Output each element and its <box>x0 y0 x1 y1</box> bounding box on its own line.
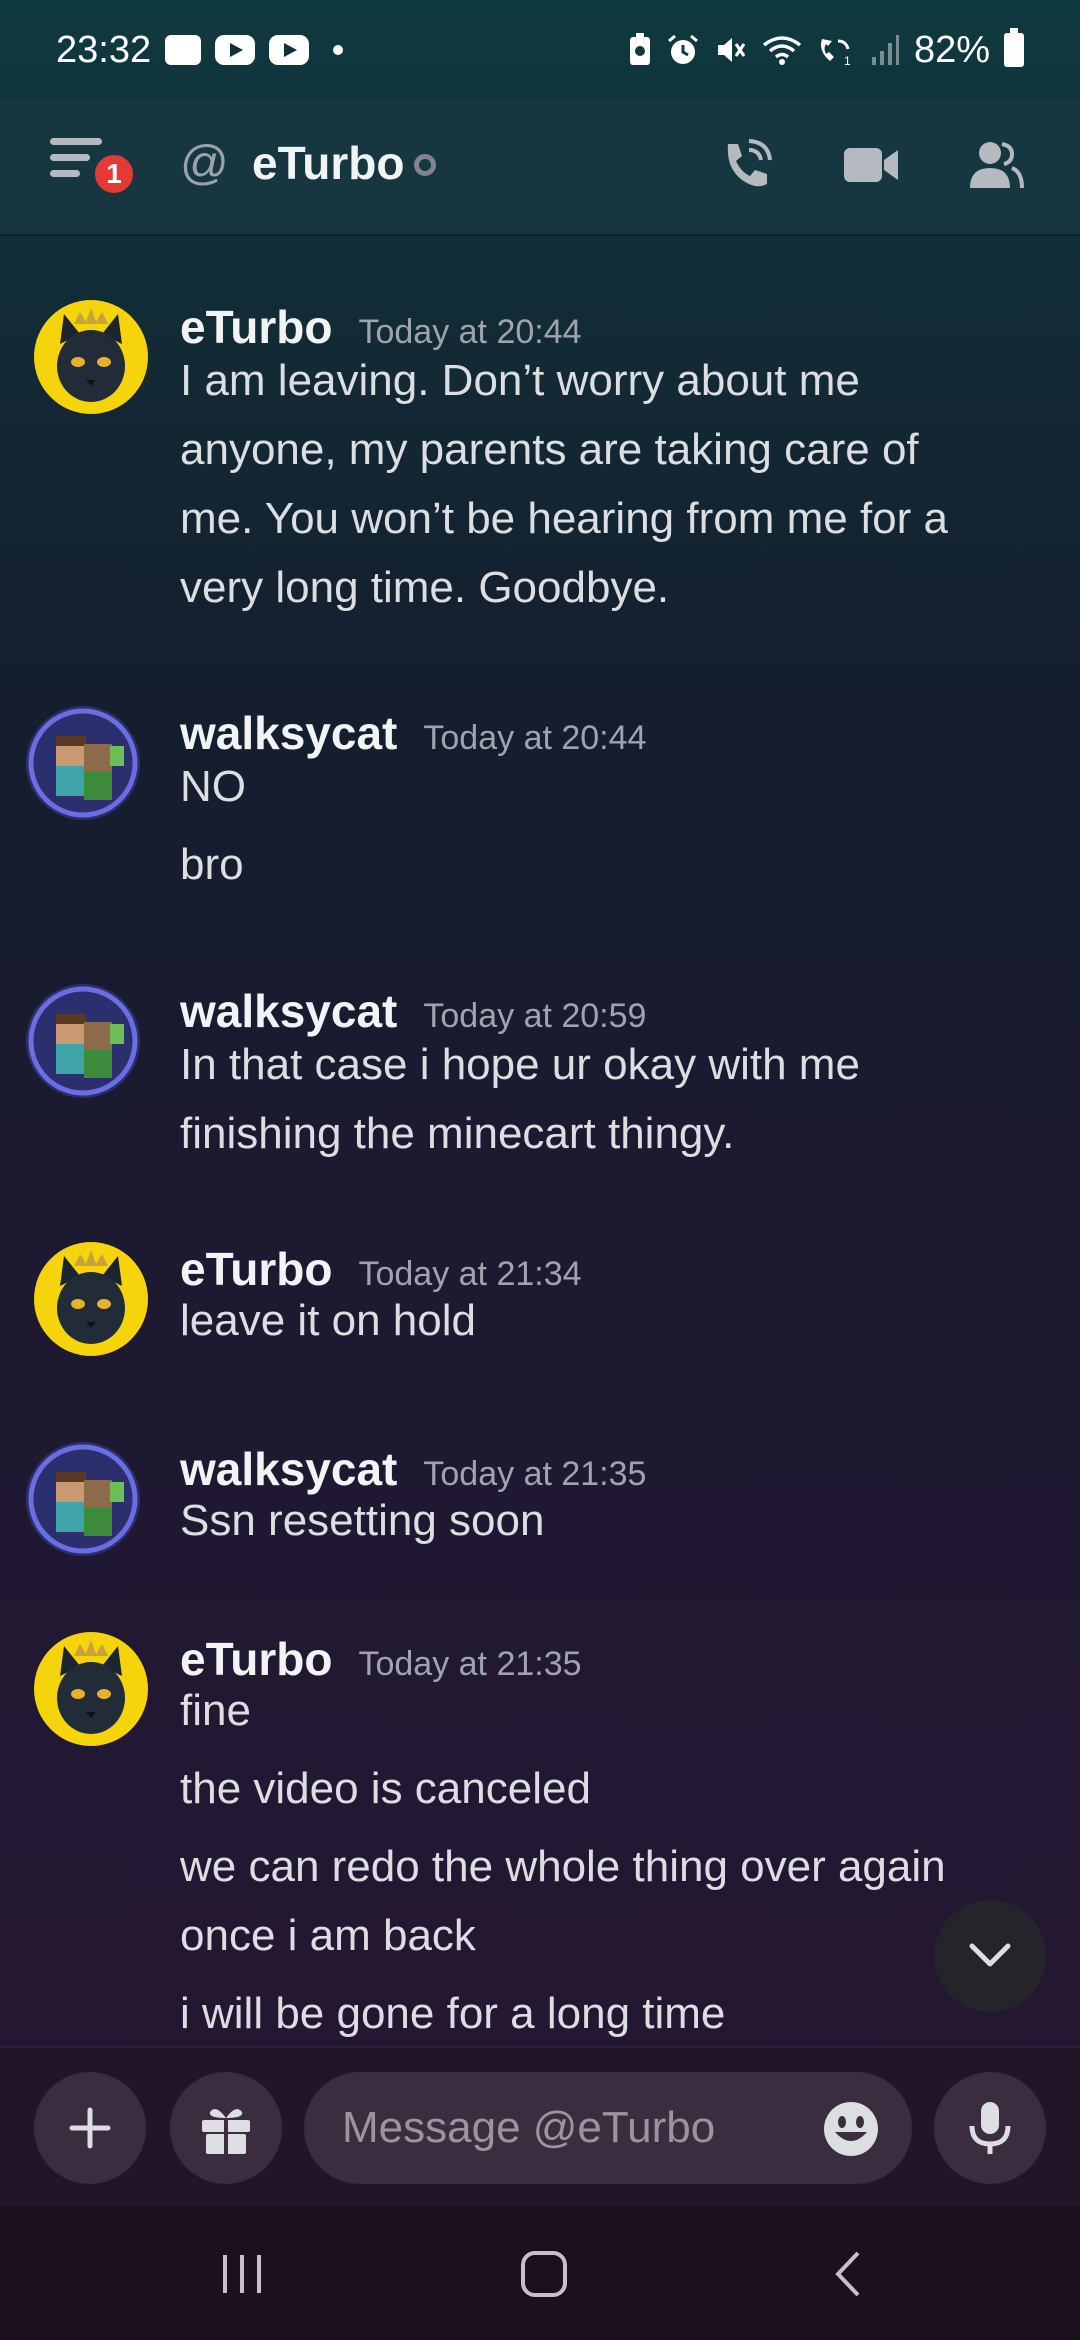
at-icon: @ <box>180 137 229 190</box>
message-text: once i am back <box>180 1911 476 1960</box>
attach-button[interactable] <box>34 2072 146 2184</box>
emoji-icon <box>824 2102 878 2156</box>
message-text: In that case i hope ur okay with me <box>180 1040 860 1089</box>
member-list-button[interactable] <box>960 130 1030 200</box>
back-button[interactable] <box>808 2242 888 2306</box>
menu-line <box>50 138 102 145</box>
alarm-icon <box>667 34 698 64</box>
clock: 23:32 <box>56 28 152 71</box>
timestamp: Today at 20:44 <box>423 719 647 757</box>
avatar[interactable] <box>26 706 140 820</box>
battery-icon <box>1004 28 1024 67</box>
message-text: NO <box>180 762 246 811</box>
message-text: very long time. Goodbye. <box>180 563 670 612</box>
recent-apps-button[interactable] <box>202 2242 282 2306</box>
menu-line <box>50 170 80 177</box>
video-call-button[interactable] <box>836 130 906 200</box>
message-composer <box>0 2046 1080 2206</box>
system-navigation-bar <box>0 2206 1080 2340</box>
voice-call-button[interactable] <box>710 130 780 200</box>
message-text: Ssn resetting soon <box>180 1496 545 1545</box>
minecraft-avatar-icon <box>28 986 138 1096</box>
recent-apps-icon <box>223 2255 261 2293</box>
chevron-down-icon <box>969 1943 1011 1967</box>
home-icon <box>521 2251 567 2297</box>
back-icon <box>835 2251 860 2297</box>
avatar[interactable] <box>34 1632 148 1746</box>
channel-header: 1 @ eTurbo <box>0 100 1080 236</box>
minecraft-avatar-icon <box>28 1444 138 1554</box>
status-bar-right: 1 82% <box>628 28 1024 72</box>
cat-avatar-icon <box>57 1640 125 1734</box>
message-text: anyone, my parents are taking care of <box>180 425 919 474</box>
avatar[interactable] <box>26 984 140 1098</box>
message-header: walksycat Today at 20:44 <box>180 706 646 760</box>
timestamp: Today at 21:35 <box>358 1645 582 1683</box>
message-text: i will be gone for a long time <box>180 1989 726 2038</box>
avatar[interactable] <box>34 1242 148 1356</box>
signal-icon <box>871 35 899 65</box>
avatar[interactable] <box>26 1442 140 1556</box>
notification-badge: 1 <box>90 150 138 198</box>
message-text: the video is canceled <box>180 1764 591 1813</box>
microphone-icon <box>969 2102 1011 2154</box>
dm-title[interactable]: eTurbo <box>252 136 404 190</box>
message-input[interactable] <box>304 2072 912 2184</box>
message-list[interactable]: eTurbo Today at 20:44 I am leaving. Don’… <box>0 238 1080 2046</box>
message-text: bro <box>180 840 244 889</box>
cat-avatar-icon <box>57 308 125 402</box>
video-icon <box>844 148 898 182</box>
minecraft-avatar-icon <box>28 708 138 818</box>
call-icon <box>727 139 772 187</box>
members-icon <box>970 142 1024 189</box>
battery-saver-icon <box>629 33 650 65</box>
emoji-button[interactable] <box>822 2100 880 2158</box>
status-bar-left: 23:32 <box>56 28 344 72</box>
battery-percentage: 82% <box>913 28 990 71</box>
youtube-icon <box>215 35 256 65</box>
message-text: I am leaving. Don’t worry about me <box>180 356 860 405</box>
gallery-icon <box>165 35 202 65</box>
avatar[interactable] <box>34 300 148 414</box>
message-text: finishing the minecart thingy. <box>180 1109 735 1158</box>
mute-icon <box>717 38 746 62</box>
svg-text:1: 1 <box>844 54 851 67</box>
wifi-call-icon: 1 <box>820 39 851 67</box>
home-button[interactable] <box>504 2242 584 2306</box>
status-bar: 23:32 1 82% <box>0 0 1080 100</box>
offline-status-icon <box>414 154 436 176</box>
menu-line <box>50 154 90 161</box>
dot-icon <box>333 45 344 55</box>
message-text: fine <box>180 1686 251 1735</box>
voice-message-button[interactable] <box>934 2072 1046 2184</box>
youtube-icon <box>269 35 310 65</box>
message-text: me. You won’t be hearing from me for a <box>180 494 948 543</box>
message-text: we can redo the whole thing over again <box>180 1842 946 1891</box>
message-text: leave it on hold <box>180 1296 476 1345</box>
plus-icon <box>69 2107 111 2149</box>
gift-icon <box>202 2109 250 2154</box>
gift-button[interactable] <box>170 2072 282 2184</box>
jump-to-latest-button[interactable] <box>934 1900 1046 2012</box>
wifi-icon <box>762 36 802 65</box>
cat-avatar-icon <box>57 1250 125 1344</box>
